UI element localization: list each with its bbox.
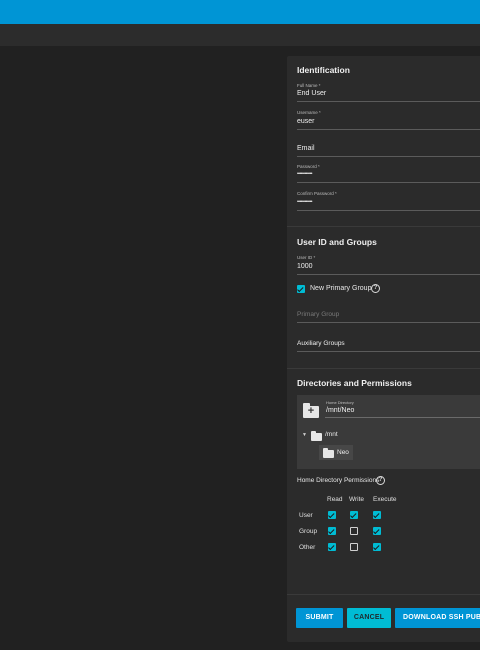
top-header-bar bbox=[0, 0, 480, 24]
secondary-toolbar bbox=[0, 24, 480, 46]
other-write-checkbox[interactable] bbox=[350, 543, 358, 551]
confirm-password-underline bbox=[297, 210, 480, 211]
tree-node-neo[interactable]: Neo bbox=[319, 445, 353, 460]
username-label: Username * bbox=[297, 110, 321, 115]
identification-section-title: Identification bbox=[297, 65, 350, 75]
primary-group-select[interactable]: Primary Group bbox=[297, 311, 339, 318]
username-underline bbox=[297, 129, 480, 130]
perm-header-read: Read bbox=[327, 496, 343, 503]
user-id-underline bbox=[297, 274, 480, 275]
email-input[interactable]: Email bbox=[297, 145, 315, 152]
directories-section-title: Directories and Permissions bbox=[297, 378, 412, 388]
perm-header-write: Write bbox=[349, 496, 365, 503]
perm-header-execute: Execute bbox=[373, 496, 397, 503]
group-execute-checkbox[interactable] bbox=[373, 527, 381, 535]
cancel-button[interactable]: CANCEL bbox=[347, 608, 391, 628]
password-label: Password * bbox=[297, 164, 320, 169]
group-read-checkbox[interactable] bbox=[328, 527, 336, 535]
perm-row-group-label: Group bbox=[299, 528, 318, 535]
tree-node-mnt[interactable]: /mnt bbox=[325, 431, 338, 438]
user-write-checkbox[interactable] bbox=[350, 511, 358, 519]
tree-expand-toggle[interactable]: ▼ bbox=[302, 432, 307, 438]
username-input[interactable]: euser bbox=[297, 118, 315, 125]
email-underline bbox=[297, 156, 480, 157]
auxiliary-groups-select[interactable]: Auxiliary Groups bbox=[297, 340, 345, 347]
home-permissions-help-icon[interactable]: ? bbox=[376, 476, 385, 485]
other-read-checkbox[interactable] bbox=[328, 543, 336, 551]
add-folder-icon[interactable]: + bbox=[303, 403, 319, 418]
user-groups-section-title: User ID and Groups bbox=[297, 237, 377, 247]
other-execute-checkbox[interactable] bbox=[373, 543, 381, 551]
full-name-label: Full Name * bbox=[297, 83, 321, 88]
section-divider bbox=[287, 226, 480, 227]
submit-button[interactable]: SUBMIT bbox=[296, 608, 343, 628]
section-divider bbox=[287, 368, 480, 369]
full-name-underline bbox=[297, 101, 480, 102]
section-divider bbox=[287, 594, 480, 595]
confirm-password-input[interactable]: •••••••••••• bbox=[297, 199, 313, 205]
user-id-input[interactable]: 1000 bbox=[297, 263, 313, 270]
perm-row-user-label: User bbox=[299, 512, 313, 519]
directory-tree-panel: + Home Directory /mnt/Neo ▼ /mnt Neo bbox=[297, 395, 480, 469]
tree-node-neo-label: Neo bbox=[337, 449, 349, 456]
user-id-label: User ID * bbox=[297, 255, 316, 260]
new-primary-group-label: New Primary Group bbox=[310, 285, 372, 292]
home-directory-label: Home Directory bbox=[326, 400, 354, 405]
new-primary-group-help-icon[interactable]: ? bbox=[371, 284, 380, 293]
perm-row-other-label: Other bbox=[299, 544, 316, 551]
home-directory-input[interactable]: /mnt/Neo bbox=[326, 407, 354, 414]
auxiliary-groups-underline bbox=[297, 351, 480, 352]
group-write-checkbox[interactable] bbox=[350, 527, 358, 535]
home-directory-underline bbox=[325, 417, 480, 418]
new-primary-group-checkbox[interactable] bbox=[297, 285, 305, 293]
user-execute-checkbox[interactable] bbox=[373, 511, 381, 519]
folder-icon bbox=[323, 448, 334, 458]
download-ssh-pubkey-button[interactable]: DOWNLOAD SSH PUB bbox=[395, 608, 480, 628]
home-permissions-label: Home Directory Permissions bbox=[297, 477, 380, 484]
full-name-input[interactable]: End User bbox=[297, 90, 326, 97]
folder-icon bbox=[311, 431, 322, 441]
add-user-form-panel: Identification Full Name * End User User… bbox=[287, 56, 480, 642]
user-read-checkbox[interactable] bbox=[328, 511, 336, 519]
password-input[interactable]: •••••••••••• bbox=[297, 171, 313, 177]
primary-group-underline bbox=[297, 322, 480, 323]
password-underline bbox=[297, 182, 480, 183]
confirm-password-label: Confirm Password * bbox=[297, 191, 337, 196]
